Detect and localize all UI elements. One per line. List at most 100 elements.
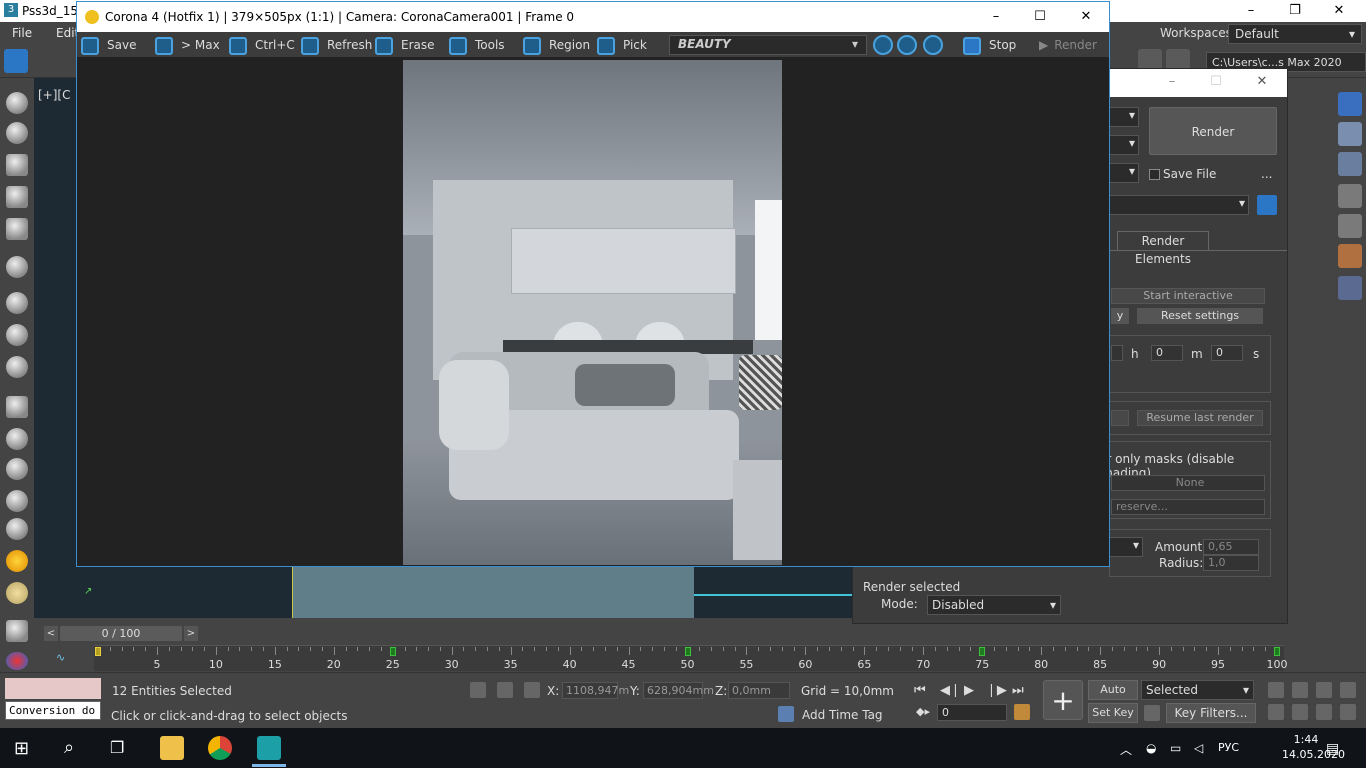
plane-icon[interactable] bbox=[6, 396, 28, 418]
zoom-region-icon[interactable] bbox=[1316, 704, 1332, 720]
task-view-icon[interactable]: ❐ bbox=[110, 738, 124, 757]
workspace-select[interactable]: Default ▾ bbox=[1228, 24, 1362, 44]
set-keys-icon[interactable]: + bbox=[1043, 680, 1083, 720]
image-icon[interactable] bbox=[6, 154, 28, 176]
time-config-icon[interactable] bbox=[1014, 704, 1030, 720]
pan-icon[interactable] bbox=[1268, 682, 1284, 698]
document-icon[interactable] bbox=[6, 186, 28, 208]
teapot-icon[interactable] bbox=[6, 92, 28, 114]
tray-chevron-icon[interactable]: ︿ bbox=[1120, 741, 1132, 758]
lock-selection-icon[interactable] bbox=[497, 682, 513, 698]
sphere-icon[interactable] bbox=[6, 324, 28, 346]
hedra-icon[interactable] bbox=[6, 490, 28, 512]
maxscript-mini-listener[interactable]: Conversion do bbox=[5, 701, 101, 720]
rs-close-button[interactable]: ✕ bbox=[1239, 71, 1285, 93]
grid-table-icon[interactable] bbox=[6, 218, 28, 240]
current-frame-field[interactable]: 0 bbox=[937, 704, 1007, 721]
vfb-canvas[interactable] bbox=[77, 58, 1109, 566]
add-time-tag[interactable]: Add Time Tag bbox=[802, 708, 883, 722]
save-file-checkbox[interactable]: Save File bbox=[1149, 167, 1216, 181]
animation-key[interactable] bbox=[684, 647, 691, 656]
vfb-to-max-button[interactable]: > Max bbox=[155, 34, 220, 56]
amount-spinner[interactable]: 0,65 bbox=[1203, 539, 1259, 555]
auto-key-button[interactable]: Auto Key bbox=[1088, 680, 1138, 714]
start-interactive-button[interactable]: Start interactive bbox=[1111, 288, 1265, 304]
vfb-tools-button[interactable]: Tools bbox=[449, 34, 505, 56]
key-mode-select[interactable]: Selected ▾ bbox=[1141, 680, 1254, 700]
vfb-copy-button[interactable]: Ctrl+C bbox=[229, 34, 295, 56]
ring-icon[interactable] bbox=[6, 458, 28, 480]
taskbar-clock[interactable]: 1:44 14.05.2020 bbox=[1282, 732, 1345, 762]
vfb-region-button[interactable]: Region bbox=[523, 34, 590, 56]
key-tangent-icon[interactable] bbox=[1144, 705, 1160, 721]
time-tag-icon[interactable] bbox=[778, 706, 794, 722]
key-mode-toggle-icon[interactable]: ◆▸ bbox=[916, 705, 930, 718]
viewport-toggle-icon[interactable] bbox=[1340, 704, 1356, 720]
zoom-fit-icon[interactable] bbox=[923, 35, 943, 55]
materials-icon[interactable] bbox=[6, 652, 28, 670]
file-explorer-icon[interactable] bbox=[160, 736, 184, 760]
resume-last-render-button[interactable]: Resume last render bbox=[1137, 410, 1263, 426]
viewport-label[interactable]: [+][C bbox=[38, 88, 70, 102]
zoom-extents-icon[interactable] bbox=[1316, 682, 1332, 698]
resume-left-button[interactable] bbox=[1111, 410, 1129, 426]
zoom-out-icon[interactable] bbox=[897, 35, 917, 55]
preserve-field[interactable]: reserve... bbox=[1111, 499, 1265, 515]
vfb-close-button[interactable]: ✕ bbox=[1063, 6, 1109, 28]
vfb-minimize-button[interactable]: – bbox=[973, 6, 1019, 28]
vfb-stop-button[interactable]: Stop bbox=[963, 34, 1016, 56]
max-close-button[interactable]: ✕ bbox=[1316, 0, 1362, 22]
x-coordinate-field[interactable]: 1108,947m bbox=[562, 682, 629, 699]
reset-settings-button[interactable]: Reset settings bbox=[1137, 308, 1263, 324]
partial-button[interactable]: y bbox=[1111, 308, 1129, 324]
radius-spinner[interactable]: 1,0 bbox=[1203, 555, 1259, 571]
cloud-icon[interactable] bbox=[6, 122, 28, 144]
search-icon[interactable]: ⌕ bbox=[64, 737, 74, 758]
molecule-icon[interactable] bbox=[1338, 184, 1362, 208]
light-bulb-icon[interactable] bbox=[6, 256, 28, 278]
rs-maximize-button[interactable]: ☐ bbox=[1193, 71, 1239, 93]
preset-dropdown[interactable]: ▾ bbox=[1109, 135, 1139, 155]
key-filters-button[interactable]: Key Filters... bbox=[1166, 703, 1256, 723]
play-icon[interactable]: ▶ bbox=[964, 683, 974, 698]
corona-map-icon[interactable] bbox=[1338, 152, 1362, 176]
maximize-viewport-icon[interactable] bbox=[1340, 682, 1356, 698]
keyboard-language[interactable]: РУС bbox=[1218, 741, 1239, 754]
minutes-spinner[interactable]: 0 bbox=[1151, 345, 1183, 361]
vfb-render-button[interactable]: ▶ Render bbox=[1039, 34, 1097, 56]
select-object-icon[interactable] bbox=[4, 49, 28, 73]
denoise-dropdown[interactable]: ▾ bbox=[1109, 537, 1143, 557]
camera-icon[interactable] bbox=[6, 292, 28, 314]
field-of-view-icon[interactable] bbox=[1268, 704, 1284, 720]
cone-icon[interactable] bbox=[6, 518, 28, 540]
material-grid-icon[interactable] bbox=[1338, 122, 1362, 146]
goto-start-icon[interactable]: ⏮ bbox=[914, 683, 926, 698]
network-icon[interactable]: ◒ bbox=[1146, 741, 1156, 755]
sun-icon[interactable] bbox=[6, 550, 28, 572]
max-maximize-button[interactable]: ❐ bbox=[1272, 0, 1318, 22]
material-sphere-icon[interactable] bbox=[1338, 244, 1362, 268]
maxscript-listener-area[interactable] bbox=[5, 678, 101, 699]
view-dropdown[interactable]: ▾ bbox=[1109, 163, 1139, 183]
video-camera-icon[interactable] bbox=[6, 356, 28, 378]
vfb-refresh-button[interactable]: Refresh bbox=[301, 34, 372, 56]
target-dropdown[interactable]: ▾ bbox=[1109, 107, 1139, 127]
lock-icon[interactable] bbox=[1257, 195, 1277, 215]
particle-icon[interactable] bbox=[6, 620, 28, 642]
z-coordinate-field[interactable]: 0,0mm bbox=[728, 682, 790, 699]
animation-key[interactable] bbox=[1274, 647, 1280, 656]
notifications-icon[interactable]: ▤ bbox=[1326, 741, 1339, 757]
vfb-save-button[interactable]: Save bbox=[81, 34, 136, 56]
molecule-red-icon[interactable] bbox=[1338, 214, 1362, 238]
time-next-button[interactable]: > bbox=[184, 626, 198, 641]
orbit-icon[interactable] bbox=[1292, 682, 1308, 698]
exclude-none-field[interactable]: None bbox=[1111, 475, 1265, 491]
goto-end-icon[interactable]: ⏭ bbox=[1012, 683, 1024, 698]
3ds-max-taskbar-icon[interactable] bbox=[257, 736, 281, 760]
seconds-spinner[interactable]: 0 bbox=[1211, 345, 1243, 361]
prev-frame-icon[interactable]: ◀❘ bbox=[940, 683, 961, 698]
hours-spinner[interactable] bbox=[1111, 345, 1123, 361]
renderer-dropdown[interactable]: ▾ bbox=[1109, 195, 1249, 215]
add-material-icon[interactable] bbox=[1338, 276, 1362, 300]
set-key-button[interactable]: Set Key bbox=[1088, 703, 1138, 723]
